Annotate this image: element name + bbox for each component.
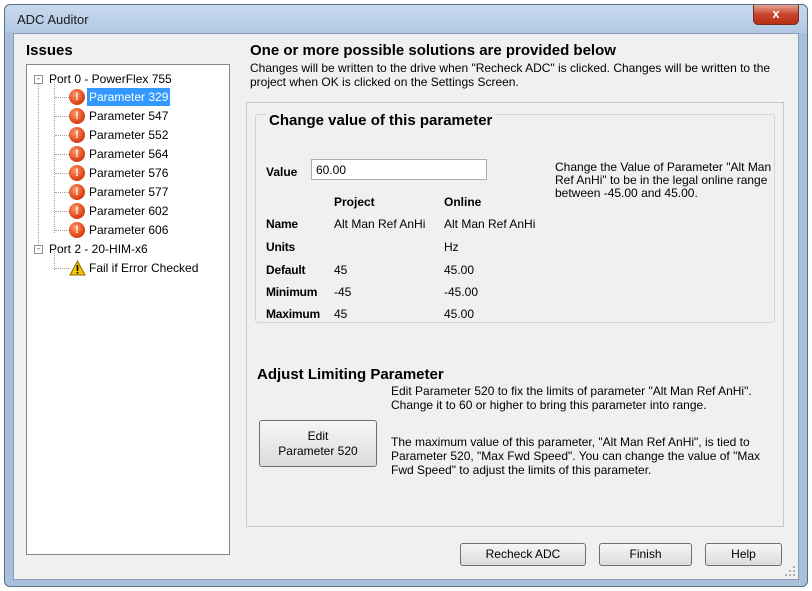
project-maximum-value: 45 [334,307,348,321]
row-label-units: Units [266,240,296,254]
adjust-limit-explanation: The maximum value of this parameter, "Al… [391,435,760,477]
error-icon: ! [69,203,85,219]
column-header-online: Online [444,195,482,209]
edit-button-line2: Parameter 520 [278,444,358,458]
tree-item-label: Parameter 577 [89,185,169,199]
error-icon: ! [69,146,85,162]
tree-item-parameter-552[interactable]: ! Parameter 552 [27,126,227,144]
tree-item-parameter-606[interactable]: ! Parameter 606 [27,221,227,239]
help-button[interactable]: Help [705,543,782,566]
window-title: ADC Auditor [17,12,89,27]
tree-item-parameter-577[interactable]: ! Parameter 577 [27,183,227,201]
tree-item-parameter-564[interactable]: ! Parameter 564 [27,145,227,163]
tree-item-parameter-329[interactable]: ! Parameter 329 [27,88,227,106]
tree-item-label: Parameter 602 [89,204,169,218]
online-name-value: Alt Man Ref AnHi [444,217,536,231]
recheck-adc-button[interactable]: Recheck ADC [460,543,586,566]
tree-node-label: Port 2 - 20-HIM-x6 [49,242,148,256]
solutions-heading: One or more possible solutions are provi… [250,42,616,59]
edit-button-line1: Edit [307,429,329,443]
error-icon: ! [69,127,85,143]
online-maximum-value: 45.00 [444,307,475,321]
tree-item-label: Parameter 547 [89,109,169,123]
row-label-name: Name [266,217,298,231]
column-header-project: Project [334,195,375,209]
tree-node-port2[interactable]: - Port 2 - 20-HIM-x6 [27,240,227,258]
tree-node-port0[interactable]: - Port 0 - PowerFlex 755 [27,70,227,88]
collapse-icon[interactable]: - [34,245,43,254]
row-label-maximum: Maximum [266,307,320,321]
project-default-value: 45 [334,263,348,277]
adjust-limit-title: Adjust Limiting Parameter [257,366,444,383]
solutions-description: Changes will be written to the drive whe… [250,61,771,89]
solutions-panel: Change value of this parameter Value Cha… [246,102,784,527]
edit-parameter-520-button[interactable]: Edit Parameter 520 [259,420,377,467]
dialog-body: Issues - Port 0 - PowerFlex 755 ! Parame… [13,33,799,580]
resize-grip-icon[interactable] [784,565,796,577]
issues-heading: Issues [26,42,73,59]
value-label: Value [266,165,298,179]
change-value-title: Change value of this parameter [266,112,496,129]
tree-node-label: Port 0 - PowerFlex 755 [49,72,172,86]
adc-auditor-window: ADC Auditor x Issues - Port 0 - PowerFle… [4,4,808,587]
tree-item-label: Fail if Error Checked [89,261,199,275]
project-minimum-value: -45 [334,285,352,299]
online-minimum-value: -45.00 [444,285,479,299]
warning-icon [69,260,86,276]
issues-tree[interactable]: - Port 0 - PowerFlex 755 ! Parameter 329… [26,64,230,555]
row-label-minimum: Minimum [266,285,318,299]
change-value-help: Change the Value of Parameter "Alt Man R… [555,160,772,200]
adjust-limit-text: Edit Parameter 520 to fix the limits of … [391,384,752,412]
tree-item-parameter-576[interactable]: ! Parameter 576 [27,164,227,182]
tree-item-label: Parameter 564 [89,147,169,161]
error-icon: ! [69,184,85,200]
online-default-value: 45.00 [444,263,475,277]
error-icon: ! [69,222,85,238]
tree-item-parameter-602[interactable]: ! Parameter 602 [27,202,227,220]
tree-item-label: Parameter 576 [89,166,169,180]
error-icon: ! [69,165,85,181]
tree-item-parameter-547[interactable]: ! Parameter 547 [27,107,227,125]
collapse-icon[interactable]: - [34,75,43,84]
tree-item-label: Parameter 329 [87,88,171,106]
close-icon[interactable]: x [753,5,799,25]
tree-item-label: Parameter 552 [89,128,169,142]
value-input[interactable] [311,159,487,180]
error-icon: ! [69,89,85,105]
row-label-default: Default [266,263,306,277]
finish-button[interactable]: Finish [599,543,692,566]
error-icon: ! [69,108,85,124]
title-bar[interactable]: ADC Auditor x [5,5,807,33]
tree-item-fail-if-error-checked[interactable]: Fail if Error Checked [27,259,227,277]
online-units-value: Hz [444,240,459,254]
project-name-value: Alt Man Ref AnHi [334,217,426,231]
tree-item-label: Parameter 606 [89,223,169,237]
